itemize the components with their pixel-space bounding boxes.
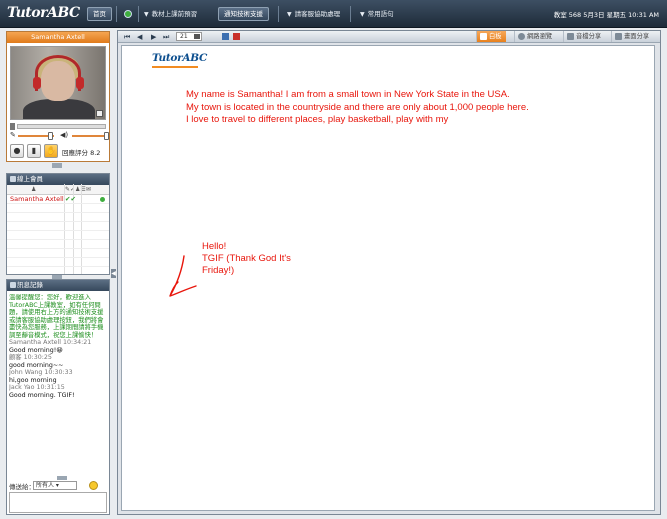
online-status-icon [100, 197, 105, 202]
status-icon [124, 10, 132, 18]
menu-customer-service[interactable]: ▼ 請客服協助處理 [287, 8, 340, 18]
menu-preview[interactable]: ▼ 教材上課前預習 [144, 8, 197, 18]
tab-audio-share[interactable]: 音檔分享 [563, 31, 605, 42]
pdf-icon[interactable] [233, 33, 240, 40]
menu-tech-support[interactable]: 通知技術支援 [218, 7, 269, 21]
emoticon-icon[interactable] [89, 481, 98, 490]
page-number-select[interactable]: 21 [176, 32, 202, 41]
roster-row[interactable]: Samantha Axtell ✔✔ [7, 195, 109, 204]
camera-button[interactable]: ● [10, 144, 24, 158]
microphone-button[interactable]: ▮ [27, 144, 41, 158]
annotation-text: Hello! TGIF (Thank God It's Friday!) [202, 241, 291, 276]
next-page-icon[interactable]: ▶ [151, 33, 156, 41]
slide-toolbar: ⏮ ◀ ▶ ⏭ 21 白板 網路瀏覽 音檔分享 畫面分享 [118, 31, 660, 43]
app-logo: TutorABC [7, 5, 80, 21]
users-icon [10, 176, 16, 182]
webcam-video [10, 46, 106, 120]
first-page-icon[interactable]: ⏮ [124, 33, 130, 42]
collapse-sidebar-icon[interactable]: ◀ [111, 269, 116, 278]
recipient-select[interactable]: 所有人 ▾ [33, 481, 77, 490]
slide-text: My name is Samantha! I am from a small t… [186, 89, 626, 127]
whiteboard-icon [480, 33, 487, 40]
screen-icon [615, 33, 622, 40]
slide-line: My name is Samantha! I am from a small t… [186, 89, 510, 100]
chat-message: Good morning. TGIF! [9, 391, 75, 399]
chat-message: Good morning!😀 [9, 346, 63, 354]
send-to-label: 傳送給： [9, 483, 35, 491]
roster-header: ♟ ✎✓♟☰✉ [7, 185, 109, 195]
presenter-name: Samantha Axtell [7, 32, 109, 43]
send-to-row: 傳送給： 所有人 ▾ [9, 481, 107, 491]
menu-phrases[interactable]: ▼ 常用語句 [360, 8, 394, 18]
chat-meta: 顧客 10:30:25 [9, 354, 52, 361]
chat-title: 訊息記錄 [7, 280, 109, 291]
video-panel: Samantha Axtell ✎ ◀) ● ▮ ✋ 回應評分 8.2 [6, 31, 110, 162]
chat-panel: 訊息記錄 溫馨提醒您：您好，歡迎進入TutorABC上課教室，如有任何問題，請使… [6, 279, 110, 515]
volume-row: ✎ ◀) [10, 131, 109, 140]
chat-meta: John Wang 10:30:33 [9, 369, 73, 376]
control-row: ● ▮ ✋ 回應評分 8.2 [10, 144, 108, 160]
speaker-icon: ◀) [60, 131, 69, 139]
slide-line: I love to travel to different places, pl… [186, 114, 449, 125]
speaker-volume-slider[interactable] [104, 132, 109, 140]
tab-web-browse[interactable]: 網路瀏覽 [514, 31, 556, 42]
roster-user-name: Samantha Axtell [10, 195, 64, 203]
top-bar: TutorABC 首页 ▼ 教材上課前預習 通知技術支援 ▼ 請客服協助處理 ▼ 常用… [0, 0, 667, 28]
chat-scroll-handle[interactable] [57, 476, 67, 480]
mic-level-bar [17, 124, 106, 129]
globe-icon [518, 33, 525, 40]
main-area: ⏮ ◀ ▶ ⏭ 21 白板 網路瀏覽 音檔分享 畫面分享 TutorABC My… [117, 30, 661, 515]
slide-logo: TutorABC [152, 52, 208, 64]
tab-screen-share[interactable]: 畫面分享 [611, 31, 653, 42]
roster-checks: ✔✔ [65, 195, 76, 203]
mic-icon: ✎ [10, 131, 16, 139]
chat-icon [10, 282, 16, 288]
chat-log: 溫馨提醒您：您好，歡迎進入TutorABC上課教室，如有任何問題，請使用右上方的… [9, 294, 107, 476]
chat-meta: Jack Yao 10:31:15 [9, 384, 65, 391]
expand-video-icon[interactable] [96, 110, 103, 117]
chat-input[interactable] [9, 492, 107, 513]
whiteboard-slide[interactable]: TutorABC My name is Samantha! I am from … [121, 45, 655, 511]
signal-icon [10, 123, 15, 130]
chat-message: hi,goo morning [9, 376, 57, 384]
room-status: 教室 568 5月3日 星期五 10:31 AM [553, 11, 659, 19]
system-message: 溫馨提醒您：您好，歡迎進入TutorABC上課教室，如有任何問題，請使用右上方的… [9, 294, 104, 339]
last-page-icon[interactable]: ⏭ [163, 33, 169, 42]
prev-page-icon[interactable]: ◀ [137, 33, 142, 41]
slide-line: My town is located in the countryside an… [186, 101, 529, 113]
music-icon [567, 33, 574, 40]
save-icon[interactable] [222, 33, 229, 40]
column-icons: ✎✓♟☰✉ [65, 186, 91, 193]
chat-message: good morning~~ [9, 361, 64, 369]
chat-meta: Samantha Axtell 10:34:21 [9, 339, 92, 346]
mic-volume-slider[interactable] [48, 132, 53, 140]
raise-hand-button[interactable]: ✋ [44, 144, 58, 158]
home-button[interactable]: 首页 [87, 7, 112, 21]
rating-label: 回應評分 8.2 [62, 149, 101, 157]
tab-whiteboard[interactable]: 白板 [476, 31, 506, 42]
roster-panel: 線上會員 ♟ ✎✓♟☰✉ Samantha Axtell ✔✔ [6, 173, 110, 276]
roster-title: 線上會員 [7, 174, 109, 185]
collapse-video-tab[interactable] [52, 163, 62, 168]
pen-arrow-annotation [169, 255, 197, 297]
person-icon: ♟ [31, 186, 37, 193]
